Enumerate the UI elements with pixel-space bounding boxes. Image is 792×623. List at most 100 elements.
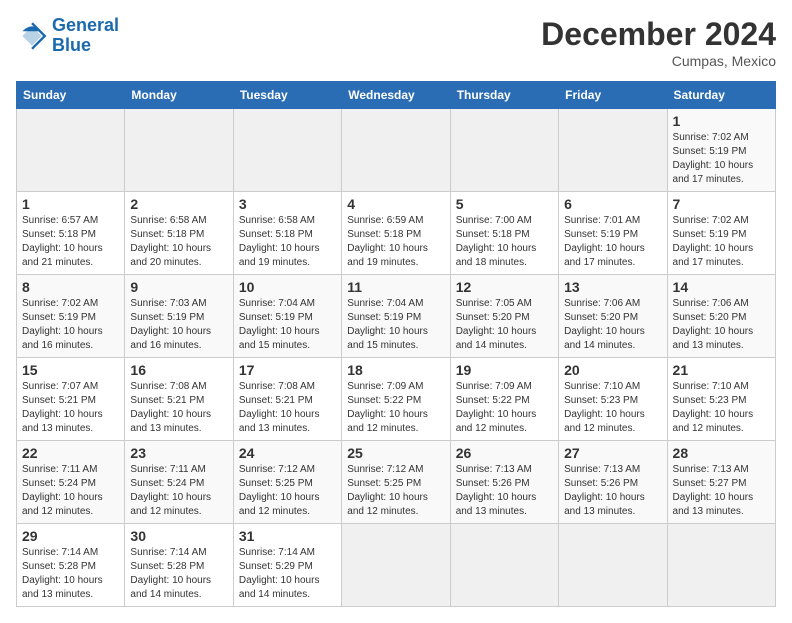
day-info: Sunrise: 7:14 AMSunset: 5:28 PMDaylight:…	[22, 546, 119, 602]
day-number: 18	[347, 362, 444, 378]
calendar-cell: 6Sunrise: 7:01 AMSunset: 5:19 PMDaylight…	[559, 192, 667, 275]
calendar-cell: 23 Sunrise: 7:11 AMSunset: 5:24 PMDayligh…	[125, 441, 233, 524]
day-number: 20	[564, 362, 661, 378]
calendar-cell: 27 Sunrise: 7:13 AMSunset: 5:26 PMDayligh…	[559, 441, 667, 524]
day-info: Sunrise: 7:07 AMSunset: 5:21 PMDaylight:…	[22, 380, 119, 436]
calendar-cell: 12 Sunrise: 7:05 AMSunset: 5:20 PMDayligh…	[450, 275, 558, 358]
day-number: 28	[673, 445, 770, 461]
day-number: 9	[130, 279, 227, 295]
calendar-cell: 15 Sunrise: 7:07 AMSunset: 5:21 PMDayligh…	[17, 358, 125, 441]
logo-icon	[16, 20, 48, 52]
calendar-cell: 4 Sunrise: 6:59 AMSunset: 5:18 PMDaylight…	[342, 192, 450, 275]
location-subtitle: Cumpas, Mexico	[541, 53, 776, 69]
calendar-cell: 16 Sunrise: 7:08 AMSunset: 5:21 PMDayligh…	[125, 358, 233, 441]
logo-line2: Blue	[52, 35, 91, 55]
day-number: 19	[456, 362, 553, 378]
day-number: 12	[456, 279, 553, 295]
day-number: 14	[673, 279, 770, 295]
day-info: Sunrise: 6:59 AMSunset: 5:18 PMDaylight:…	[347, 214, 444, 270]
day-info: Sunrise: 7:03 AMSunset: 5:19 PMDaylight:…	[130, 297, 227, 353]
day-number: 8	[22, 279, 119, 295]
day-number: 6	[564, 196, 661, 212]
day-info: Sunrise: 7:13 AMSunset: 5:26 PMDaylight:…	[564, 463, 661, 519]
calendar-cell: 1Sunrise: 6:57 AMSunset: 5:18 PMDaylight…	[17, 192, 125, 275]
calendar-body: 1Sunrise: 7:02 AMSunset: 5:19 PMDaylight…	[17, 109, 776, 607]
calendar-week-row: 15 Sunrise: 7:07 AMSunset: 5:21 PMDayligh…	[17, 358, 776, 441]
calendar-header-row: SundayMondayTuesdayWednesdayThursdayFrid…	[17, 82, 776, 109]
logo-text: General Blue	[52, 16, 119, 56]
day-number: 25	[347, 445, 444, 461]
column-header-thursday: Thursday	[450, 82, 558, 109]
calendar-cell: 18 Sunrise: 7:09 AMSunset: 5:22 PMDayligh…	[342, 358, 450, 441]
calendar-cell: 17 Sunrise: 7:08 AMSunset: 5:21 PMDayligh…	[233, 358, 341, 441]
day-info: Sunrise: 7:09 AMSunset: 5:22 PMDaylight:…	[347, 380, 444, 436]
calendar-cell: 31 Sunrise: 7:14 AMSunset: 5:29 PMDayligh…	[233, 524, 341, 607]
calendar-cell: 30 Sunrise: 7:14 AMSunset: 5:28 PMDayligh…	[125, 524, 233, 607]
day-info: Sunrise: 7:10 AMSunset: 5:23 PMDaylight:…	[673, 380, 770, 436]
day-info: Sunrise: 7:08 AMSunset: 5:21 PMDaylight:…	[239, 380, 336, 436]
calendar-cell	[233, 109, 341, 192]
day-number: 2	[130, 196, 227, 212]
day-info: Sunrise: 7:04 AMSunset: 5:19 PMDaylight:…	[239, 297, 336, 353]
day-info: Sunrise: 7:00 AMSunset: 5:18 PMDaylight:…	[456, 214, 553, 270]
calendar-week-row: 1Sunrise: 7:02 AMSunset: 5:19 PMDaylight…	[17, 109, 776, 192]
day-info: Sunrise: 7:05 AMSunset: 5:20 PMDaylight:…	[456, 297, 553, 353]
day-number: 3	[239, 196, 336, 212]
calendar-cell: 29 Sunrise: 7:14 AMSunset: 5:28 PMDayligh…	[17, 524, 125, 607]
day-number: 27	[564, 445, 661, 461]
calendar-table: SundayMondayTuesdayWednesdayThursdayFrid…	[16, 81, 776, 607]
page-header: General Blue December 2024 Cumpas, Mexic…	[16, 16, 776, 69]
calendar-cell: 10Sunrise: 7:04 AMSunset: 5:19 PMDayligh…	[233, 275, 341, 358]
day-number: 15	[22, 362, 119, 378]
column-header-tuesday: Tuesday	[233, 82, 341, 109]
column-header-sunday: Sunday	[17, 82, 125, 109]
calendar-cell: 11Sunrise: 7:04 AMSunset: 5:19 PMDayligh…	[342, 275, 450, 358]
logo: General Blue	[16, 16, 119, 56]
day-info: Sunrise: 7:09 AMSunset: 5:22 PMDaylight:…	[456, 380, 553, 436]
calendar-cell: 22 Sunrise: 7:11 AMSunset: 5:24 PMDayligh…	[17, 441, 125, 524]
day-info: Sunrise: 7:13 AMSunset: 5:27 PMDaylight:…	[673, 463, 770, 519]
day-number: 4	[347, 196, 444, 212]
calendar-cell: 25 Sunrise: 7:12 AMSunset: 5:25 PMDayligh…	[342, 441, 450, 524]
calendar-cell: 19 Sunrise: 7:09 AMSunset: 5:22 PMDayligh…	[450, 358, 558, 441]
logo-line1: General	[52, 15, 119, 35]
day-number: 13	[564, 279, 661, 295]
day-info: Sunrise: 6:58 AMSunset: 5:18 PMDaylight:…	[239, 214, 336, 270]
calendar-cell: 28 Sunrise: 7:13 AMSunset: 5:27 PMDayligh…	[667, 441, 775, 524]
day-info: Sunrise: 7:14 AMSunset: 5:28 PMDaylight:…	[130, 546, 227, 602]
calendar-week-row: 29 Sunrise: 7:14 AMSunset: 5:28 PMDayligh…	[17, 524, 776, 607]
day-info: Sunrise: 7:12 AMSunset: 5:25 PMDaylight:…	[347, 463, 444, 519]
day-number: 17	[239, 362, 336, 378]
calendar-cell: 24Sunrise: 7:12 AMSunset: 5:25 PMDayligh…	[233, 441, 341, 524]
day-info: Sunrise: 7:13 AMSunset: 5:26 PMDaylight:…	[456, 463, 553, 519]
calendar-cell	[450, 524, 558, 607]
calendar-cell: 20Sunrise: 7:10 AMSunset: 5:23 PMDayligh…	[559, 358, 667, 441]
calendar-cell: 7Sunrise: 7:02 AMSunset: 5:19 PMDaylight…	[667, 192, 775, 275]
calendar-cell: 14Sunrise: 7:06 AMSunset: 5:20 PMDayligh…	[667, 275, 775, 358]
day-number: 31	[239, 528, 336, 544]
calendar-cell: 2Sunrise: 6:58 AMSunset: 5:18 PMDaylight…	[125, 192, 233, 275]
calendar-cell: 21 Sunrise: 7:10 AMSunset: 5:23 PMDayligh…	[667, 358, 775, 441]
day-info: Sunrise: 7:04 AMSunset: 5:19 PMDaylight:…	[347, 297, 444, 353]
day-number: 23	[130, 445, 227, 461]
day-number: 22	[22, 445, 119, 461]
day-info: Sunrise: 7:11 AMSunset: 5:24 PMDaylight:…	[22, 463, 119, 519]
day-number: 29	[22, 528, 119, 544]
calendar-cell: 13Sunrise: 7:06 AMSunset: 5:20 PMDayligh…	[559, 275, 667, 358]
day-number: 21	[673, 362, 770, 378]
calendar-cell	[559, 524, 667, 607]
day-number: 5	[456, 196, 553, 212]
column-header-friday: Friday	[559, 82, 667, 109]
day-number: 30	[130, 528, 227, 544]
day-number: 26	[456, 445, 553, 461]
month-title: December 2024	[541, 16, 776, 53]
calendar-cell: 9 Sunrise: 7:03 AMSunset: 5:19 PMDaylight…	[125, 275, 233, 358]
day-info: Sunrise: 7:14 AMSunset: 5:29 PMDaylight:…	[239, 546, 336, 602]
day-info: Sunrise: 7:11 AMSunset: 5:24 PMDaylight:…	[130, 463, 227, 519]
calendar-cell	[667, 524, 775, 607]
day-info: Sunrise: 7:08 AMSunset: 5:21 PMDaylight:…	[130, 380, 227, 436]
day-number: 24	[239, 445, 336, 461]
calendar-cell: 26 Sunrise: 7:13 AMSunset: 5:26 PMDayligh…	[450, 441, 558, 524]
day-number: 16	[130, 362, 227, 378]
title-block: December 2024 Cumpas, Mexico	[541, 16, 776, 69]
